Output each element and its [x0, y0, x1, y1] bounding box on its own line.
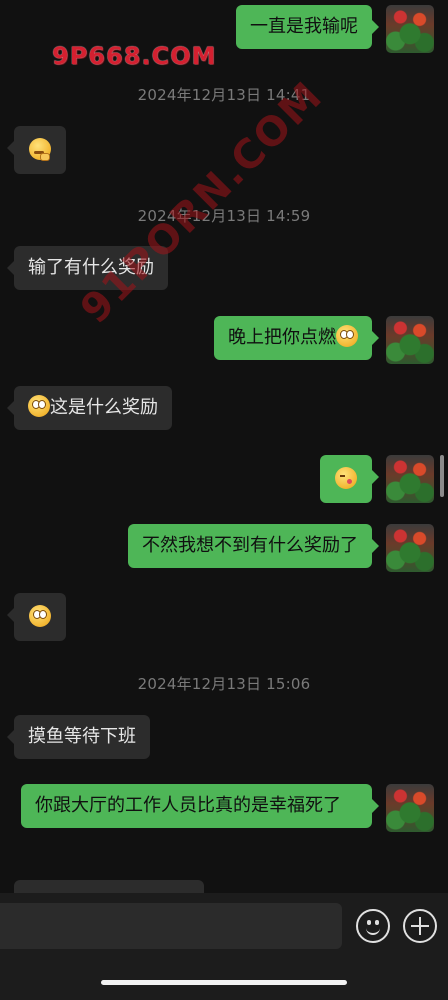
- my-avatar[interactable]: [386, 5, 434, 53]
- winking-tongue-face-icon: [335, 467, 357, 489]
- timestamp: 2024年12月13日 14:41: [137, 86, 311, 104]
- home-indicator[interactable]: [101, 980, 347, 985]
- message-text: 不然我想不到有什么奖励了: [142, 535, 358, 556]
- outgoing-message-bubble[interactable]: 一直是我输呢: [236, 5, 379, 49]
- flushed-face-icon: [336, 325, 358, 347]
- outgoing-message-bubble[interactable]: [320, 455, 379, 503]
- message-text: 这是什么奖励: [50, 397, 158, 418]
- message-text: 一直是我输呢: [250, 16, 358, 37]
- smiley-mouth: [366, 927, 380, 935]
- incoming-message-bubble[interactable]: [7, 126, 66, 174]
- flushed-face-icon: [28, 395, 50, 417]
- my-avatar[interactable]: [386, 784, 434, 832]
- watermark-logo: 9P668.COM: [52, 42, 217, 70]
- incoming-message-bubble[interactable]: [14, 880, 204, 893]
- incoming-message-bubble[interactable]: [7, 593, 66, 641]
- scrollbar[interactable]: [440, 455, 444, 497]
- my-avatar[interactable]: [386, 316, 434, 364]
- timestamp: 2024年12月13日 15:06: [137, 675, 311, 693]
- outgoing-message-bubble[interactable]: 不然我想不到有什么奖励了: [128, 524, 379, 568]
- message-text: 你跟大厅的工作人员比真的是幸福死了: [35, 795, 341, 816]
- outgoing-message-bubble[interactable]: 你跟大厅的工作人员比真的是幸福死了: [21, 784, 379, 828]
- my-avatar[interactable]: [386, 524, 434, 572]
- chat-message-list[interactable]: 一直是我输呢 9P668.COM 2024年12月13日 14:41 2024年…: [0, 0, 448, 893]
- flushed-face-icon: [29, 605, 51, 627]
- message-text: 晚上把你点燃: [228, 327, 336, 348]
- my-avatar[interactable]: [386, 455, 434, 503]
- message-text: 摸鱼等待下班: [28, 726, 136, 747]
- outgoing-message-bubble[interactable]: 晚上把你点燃: [214, 316, 379, 360]
- plus-circle-icon[interactable]: [403, 909, 437, 943]
- watermark-diagonal: 91PORN.COM: [72, 72, 332, 333]
- thinking-face-icon: [29, 138, 51, 161]
- incoming-message-bubble[interactable]: 这是什么奖励: [7, 386, 172, 430]
- message-input[interactable]: [0, 903, 342, 949]
- input-bar: [0, 893, 448, 1000]
- incoming-message-bubble[interactable]: 摸鱼等待下班: [7, 715, 150, 759]
- smiley-icon[interactable]: [356, 909, 390, 943]
